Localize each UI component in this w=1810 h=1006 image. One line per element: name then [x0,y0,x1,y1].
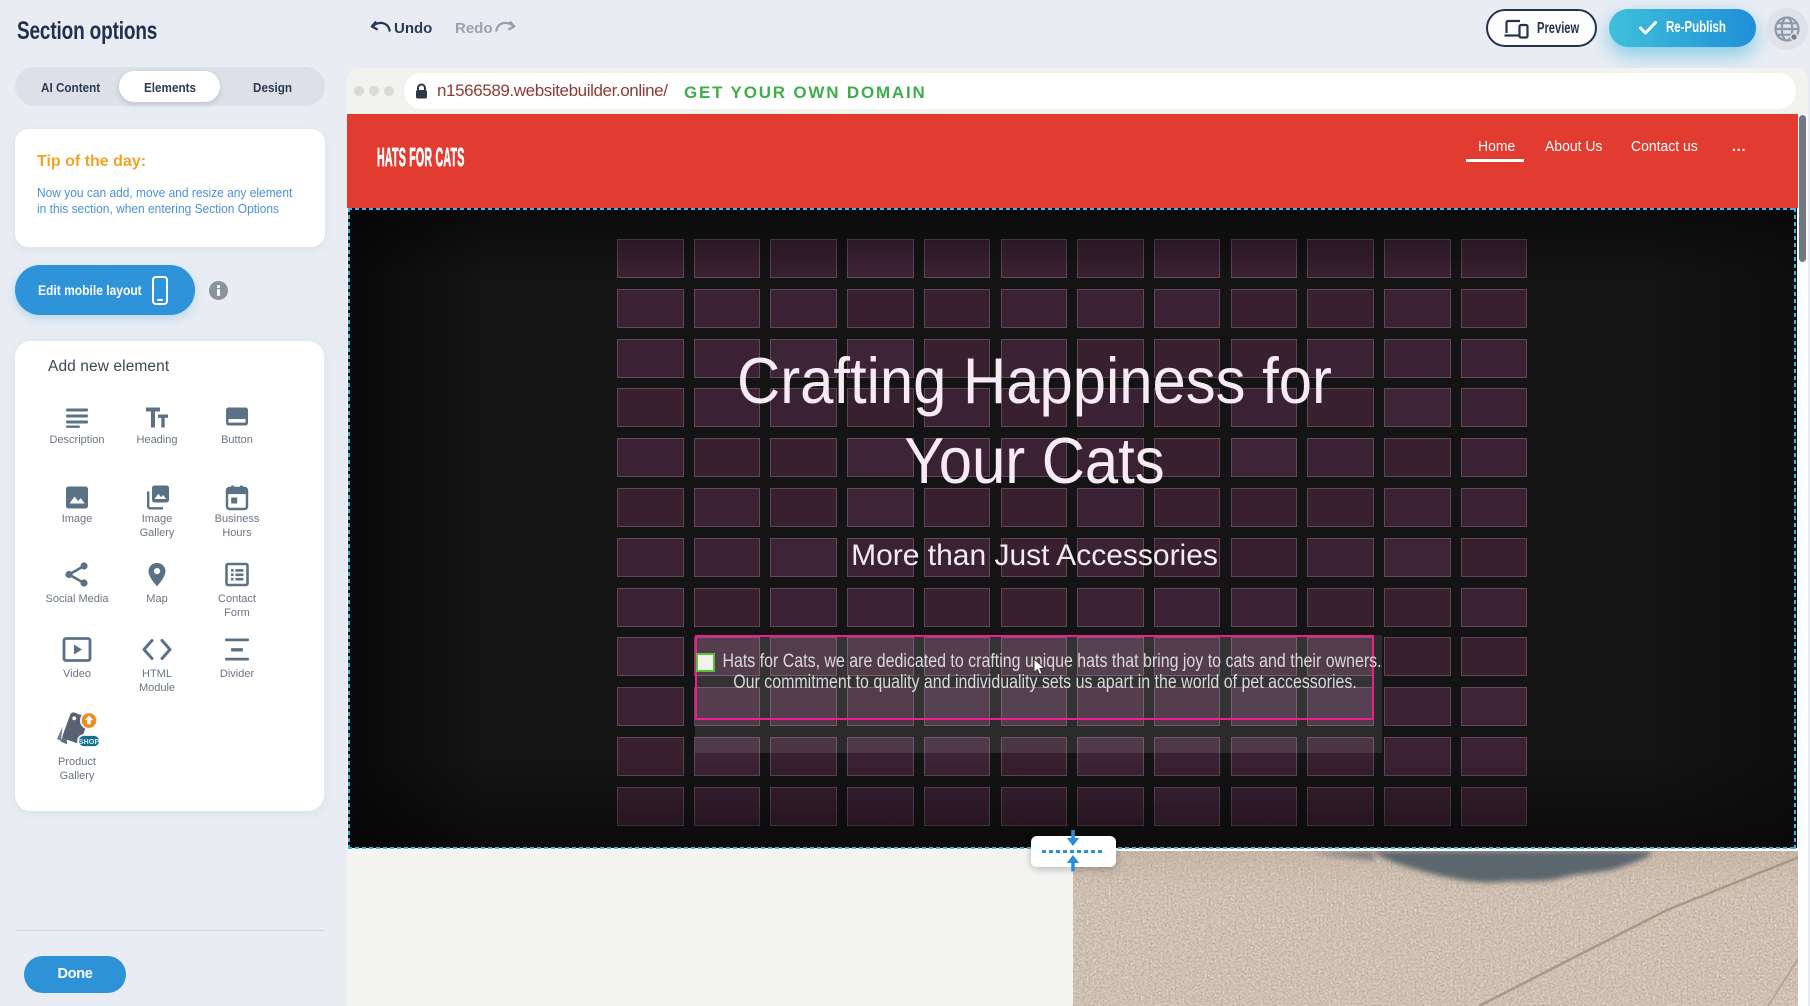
svg-text:SHOP: SHOP [79,739,100,746]
